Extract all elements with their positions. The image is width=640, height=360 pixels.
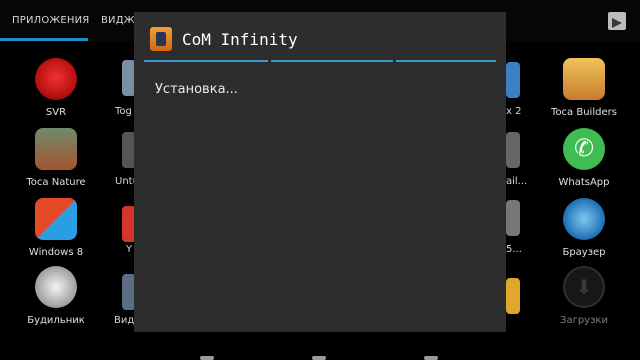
title-divider xyxy=(271,60,393,62)
app-icon xyxy=(506,200,520,236)
app-downloads[interactable]: Загрузки xyxy=(540,266,628,326)
app-icon xyxy=(506,278,520,314)
app-label: Вид xyxy=(114,315,135,326)
back-button[interactable] xyxy=(200,356,214,360)
app-toca-builders[interactable]: Toca Builders xyxy=(540,58,628,118)
title-divider xyxy=(396,60,496,62)
app-label: Toca Nature xyxy=(26,177,86,188)
app-svr[interactable]: SVR xyxy=(12,58,100,118)
home-button[interactable] xyxy=(312,356,326,360)
app-label: Браузер xyxy=(562,247,606,258)
app-label: WhatsApp xyxy=(558,177,610,188)
app-icon xyxy=(506,62,520,98)
app-toca-nature[interactable]: Toca Nature xyxy=(12,128,100,188)
app-label: SVR xyxy=(45,107,67,118)
app-label: Загрузки xyxy=(560,315,608,326)
tab-widgets[interactable]: ВИДЖ xyxy=(101,15,135,26)
app-whatsapp[interactable]: WhatsApp xyxy=(540,128,628,188)
dialog-title: CoM Infinity xyxy=(182,30,298,49)
app-label: Tog xyxy=(115,106,132,117)
alarm-clock-icon xyxy=(35,266,77,308)
app-label: Y xyxy=(126,244,133,255)
app-label: x 2 xyxy=(506,106,522,117)
active-tab-indicator xyxy=(0,38,88,41)
app-browser[interactable]: Браузер xyxy=(540,198,628,258)
whatsapp-icon xyxy=(563,128,605,170)
tab-apps[interactable]: ПРИЛОЖЕНИЯ xyxy=(12,15,89,26)
toca-builders-icon xyxy=(563,58,605,100)
app-label: Будильник xyxy=(27,315,85,326)
com-infinity-app-icon xyxy=(150,27,172,51)
store-icon[interactable] xyxy=(608,12,626,30)
windows-8-icon xyxy=(35,198,77,240)
toca-nature-icon xyxy=(35,128,77,170)
svr-icon xyxy=(35,58,77,100)
app-alarm[interactable]: Будильник xyxy=(12,266,100,326)
dialog-message: Установка... xyxy=(155,82,238,97)
browser-icon xyxy=(563,198,605,240)
title-divider xyxy=(144,60,268,62)
recents-button[interactable] xyxy=(424,356,438,360)
app-label: ail... xyxy=(506,176,528,187)
app-windows-8[interactable]: Windows 8 xyxy=(12,198,100,258)
app-label: 5... xyxy=(506,244,522,255)
app-icon xyxy=(506,132,520,168)
downloads-icon xyxy=(563,266,605,308)
app-label: Windows 8 xyxy=(28,247,84,258)
app-label: Toca Builders xyxy=(551,107,617,118)
